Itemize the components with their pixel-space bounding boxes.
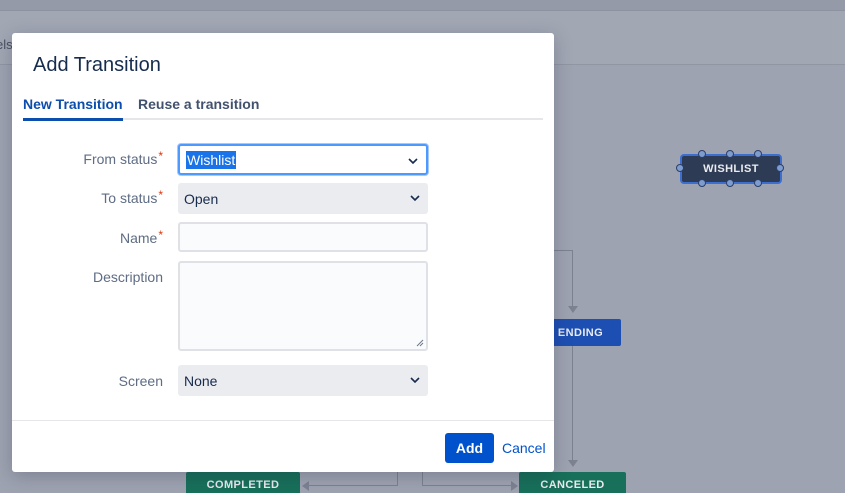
name-label: Name* — [119, 228, 163, 246]
node-handle-icon[interactable] — [698, 179, 706, 187]
arrow-head-icon — [511, 481, 518, 491]
description-textarea[interactable] — [178, 261, 428, 351]
arrow-head-icon — [568, 306, 578, 313]
screen-label: Screen — [118, 373, 163, 389]
name-input[interactable] — [178, 222, 428, 252]
name-label-text: Name — [119, 230, 158, 246]
from-status-label: From status* — [83, 149, 163, 167]
screen-select[interactable]: None — [178, 365, 428, 396]
chevron-down-icon — [410, 377, 420, 384]
screen-value: None — [184, 372, 218, 389]
node-handle-icon[interactable] — [698, 150, 706, 158]
node-handle-icon[interactable] — [776, 164, 784, 172]
status-node-completed[interactable]: COMPLETED — [186, 472, 300, 493]
resize-handle-icon[interactable] — [416, 339, 424, 347]
status-node-label: ENDING — [557, 326, 604, 339]
required-indicator: * — [158, 228, 163, 242]
add-transition-dialog: Add Transition New Transition Reuse a tr… — [12, 33, 554, 472]
chevron-down-icon — [408, 158, 418, 165]
connector-line — [422, 472, 423, 486]
connector-line — [554, 250, 573, 251]
required-indicator: * — [158, 149, 163, 163]
to-status-label: To status* — [101, 188, 163, 206]
from-status-select[interactable]: Wishlist — [178, 144, 428, 175]
connector-line — [572, 250, 573, 312]
required-indicator: * — [158, 188, 163, 202]
connector-line — [422, 485, 514, 486]
node-handle-icon[interactable] — [726, 150, 734, 158]
status-node-label: CANCELED — [540, 479, 605, 491]
to-status-value: Open — [184, 190, 219, 207]
connector-line — [572, 346, 573, 460]
app-top-bar — [0, 0, 845, 11]
tab-new-transition[interactable]: New Transition — [23, 96, 123, 121]
node-handle-icon[interactable] — [726, 179, 734, 187]
to-status-select[interactable]: Open — [178, 183, 428, 214]
node-handle-icon[interactable] — [754, 150, 762, 158]
connector-line — [397, 472, 398, 486]
to-status-label-text: To status — [101, 190, 158, 206]
dialog-tabs: New Transition Reuse a transition — [23, 95, 543, 121]
cancel-button[interactable]: Cancel — [502, 440, 546, 456]
arrow-head-icon — [568, 460, 578, 467]
description-label: Description — [92, 269, 163, 285]
from-status-value: Wishlist — [186, 150, 237, 169]
status-node-label: WISHLIST — [703, 163, 759, 175]
chevron-down-icon — [410, 195, 420, 202]
add-button[interactable]: Add — [445, 433, 494, 463]
dialog-footer: Add Cancel — [12, 420, 554, 472]
arrow-head-icon — [302, 481, 309, 491]
node-handle-icon[interactable] — [676, 164, 684, 172]
status-node-label: COMPLETED — [206, 479, 280, 491]
node-handle-icon[interactable] — [754, 179, 762, 187]
connector-line — [306, 485, 398, 486]
toolbar-label: els — [0, 37, 13, 52]
dialog-title: Add Transition — [33, 54, 161, 76]
status-node-canceled[interactable]: CANCELED — [519, 472, 626, 493]
from-status-label-text: From status — [83, 151, 158, 167]
tab-reuse-transition[interactable]: Reuse a transition — [138, 96, 259, 120]
